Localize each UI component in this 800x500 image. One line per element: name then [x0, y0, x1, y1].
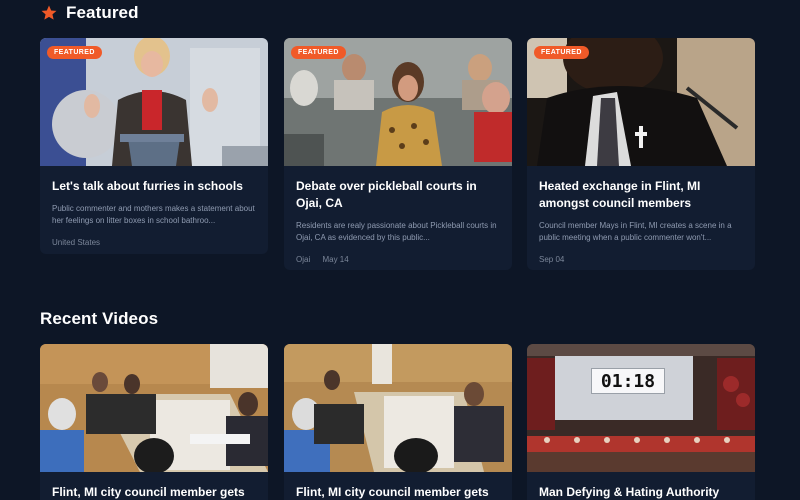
- card-description: Public commenter and mothers makes a sta…: [52, 204, 255, 225]
- featured-header: Featured: [40, 3, 139, 23]
- card-description: Council member Mays in Flint, MI creates…: [539, 221, 732, 242]
- card-date: May 14: [322, 255, 349, 264]
- recent-video-card[interactable]: Flint, MI city council member gets calle…: [40, 344, 268, 500]
- card-title[interactable]: Let's talk about furries in schools: [52, 178, 256, 195]
- featured-badge: FEATURED: [47, 46, 102, 59]
- video-thumbnail[interactable]: 01:18: [527, 344, 755, 472]
- featured-card[interactable]: FEATURED Debate over pickleball courts i…: [284, 38, 512, 270]
- countdown-timer: 01:18: [591, 368, 665, 394]
- video-thumbnail[interactable]: FEATURED: [284, 38, 512, 166]
- featured-card[interactable]: FEATURED Let's talk about furries in sch…: [40, 38, 268, 254]
- featured-card[interactable]: FEATURED Heated exchange in Flint, MI am…: [527, 38, 755, 270]
- star-icon: [41, 5, 57, 20]
- recent-title: Recent Videos: [40, 309, 159, 328]
- card-title[interactable]: Flint, MI city council member gets calle…: [296, 484, 500, 500]
- featured-badge: FEATURED: [534, 46, 589, 59]
- featured-badge: FEATURED: [291, 46, 346, 59]
- recent-header: Recent Videos: [40, 309, 158, 329]
- recent-video-card[interactable]: 01:18 Man Defying & Hating Authority: [527, 344, 755, 500]
- featured-title: Featured: [66, 3, 139, 22]
- video-thumbnail[interactable]: [284, 344, 512, 472]
- card-location: United States: [52, 238, 101, 247]
- card-meta: Sep 04: [539, 255, 743, 264]
- recent-video-card[interactable]: Flint, MI city council member gets calle…: [284, 344, 512, 500]
- card-location: Ojai: [296, 255, 311, 264]
- card-date: Sep 04: [539, 255, 565, 264]
- video-thumbnail[interactable]: FEATURED: [527, 38, 755, 166]
- card-title[interactable]: Debate over pickleball courts in Ojai, C…: [296, 178, 500, 212]
- card-title[interactable]: Man Defying & Hating Authority: [539, 484, 743, 500]
- card-description: Residents are realy passionate about Pic…: [296, 221, 497, 242]
- video-thumbnail[interactable]: FEATURED: [40, 38, 268, 166]
- card-title[interactable]: Heated exchange in Flint, MI amongst cou…: [539, 178, 743, 212]
- card-meta: United States: [52, 238, 256, 247]
- card-meta: Ojai May 14: [296, 255, 500, 264]
- card-title[interactable]: Flint, MI city council member gets calle…: [52, 484, 256, 500]
- video-thumbnail[interactable]: [40, 344, 268, 472]
